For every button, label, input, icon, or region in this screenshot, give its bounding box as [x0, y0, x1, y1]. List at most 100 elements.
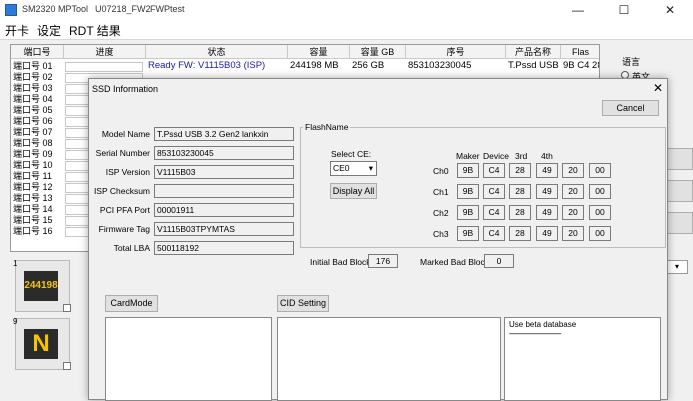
cancel-button[interactable]: Cancel: [602, 100, 659, 116]
select-ce-dropdown[interactable]: CE0 ▾: [330, 161, 377, 176]
channel-label: Ch1: [433, 187, 449, 197]
flash-id-cell: 9B: [457, 226, 479, 241]
port-tile-9[interactable]: 9 N: [13, 317, 71, 370]
side-button-3[interactable]: [667, 212, 693, 234]
field-value: 500118192: [154, 241, 294, 255]
app-icon: [5, 4, 17, 16]
field-value: V1115B03TPYMTAS: [154, 222, 294, 236]
marked-bad-block-label: Marked Bad Block: [420, 257, 489, 267]
flash-id-cell: 28: [509, 163, 531, 178]
port-label: 端口号 15: [13, 215, 53, 225]
col-header-port[interactable]: 端口号: [11, 45, 64, 59]
field-value: [154, 184, 294, 198]
close-icon[interactable]: ✕: [651, 81, 665, 95]
col-header-device: Device: [483, 151, 509, 161]
flash-id-cell: 00: [589, 205, 611, 220]
serial-cell: 853103230045: [408, 60, 472, 71]
tile-chip-icon: N: [24, 329, 58, 359]
flash-id-cell: 28: [509, 226, 531, 241]
capacity-cell: 244198 MB: [290, 60, 339, 71]
col-header-capacity-gb[interactable]: 容量 GB: [350, 45, 406, 59]
window-title-fw: U07218_FW2: [95, 4, 151, 14]
port-label: 端口号 05: [13, 105, 53, 115]
tile-number: 1: [13, 259, 18, 268]
cid-text-area[interactable]: [277, 317, 501, 401]
menu-rdt-results[interactable]: RDT 结果: [66, 22, 124, 39]
database-text-line: Use beta database: [509, 320, 577, 329]
dialog-title: SSD Information: [92, 84, 159, 94]
flash-name-group-title: FlashName: [303, 122, 351, 132]
flash-cell: 9B C4 28: [563, 60, 600, 71]
dropdown-arrow-icon: ▾: [368, 163, 373, 173]
col-header-flash[interactable]: Flas: [561, 45, 599, 59]
col-header-capacity[interactable]: 容量: [288, 45, 350, 59]
language-label: 语言: [622, 57, 641, 67]
port-label: 端口号 16: [13, 226, 53, 236]
col-header-product[interactable]: 产品名称: [506, 45, 561, 59]
flash-id-cell: 00: [589, 163, 611, 178]
close-icon[interactable]: ✕: [647, 0, 693, 20]
port-label: 端口号 10: [13, 160, 53, 170]
marked-bad-block-field: 0: [484, 254, 514, 268]
flash-id-cell: 9B: [457, 205, 479, 220]
maximize-icon[interactable]: ☐: [601, 0, 647, 20]
flash-id-cell: C4: [483, 184, 505, 199]
col-header-4th: 4th: [541, 151, 553, 161]
cid-setting-button[interactable]: CID Setting: [277, 295, 329, 312]
title-bar: SM2320 MPTool U07218_FW2 FWPtest — ☐ ✕: [0, 0, 693, 20]
tile-checkbox[interactable]: [63, 362, 71, 370]
side-button-1[interactable]: [667, 148, 693, 170]
field-label: ISP Version: [105, 167, 150, 177]
col-header-progress[interactable]: 进度: [64, 45, 146, 59]
progress-bar: [65, 62, 143, 72]
tile-checkbox[interactable]: [63, 304, 71, 312]
flash-id-cell: 49: [536, 184, 558, 199]
status-cell: Ready FW: V1115B03 (ISP): [148, 60, 266, 71]
menu-open-card[interactable]: 开卡: [2, 22, 32, 39]
field-value: V1115B03: [154, 165, 294, 179]
port-label: 端口号 07: [13, 127, 53, 137]
display-all-button[interactable]: Display All: [330, 183, 377, 199]
side-dropdown[interactable]: ▾: [666, 260, 688, 274]
select-ce-label: Select CE:: [331, 149, 372, 159]
channel-label: Ch3: [433, 229, 449, 239]
flash-id-cell: 28: [509, 205, 531, 220]
menu-settings[interactable]: 设定: [34, 22, 64, 39]
flash-id-cell: 20: [562, 205, 584, 220]
field-value: T.Pssd USB 3.2 Gen2 lankxin: [154, 127, 294, 141]
field-label: Serial Number: [95, 148, 150, 158]
cardmode-button[interactable]: CardMode: [105, 295, 158, 312]
port-label: 端口号 12: [13, 182, 53, 192]
port-tile-1[interactable]: 1 244198: [13, 259, 71, 312]
field-label: Firmware Tag: [98, 224, 150, 234]
flash-id-cell: 49: [536, 205, 558, 220]
port-label: 端口号 14: [13, 204, 53, 214]
window-title-test: FWPtest: [150, 4, 185, 14]
flash-id-cell: 49: [536, 226, 558, 241]
flash-id-cell: C4: [483, 163, 505, 178]
database-separator-line: -------------------------------: [509, 329, 562, 338]
col-header-serial[interactable]: 序号: [406, 45, 506, 59]
port-label: 端口号 06: [13, 116, 53, 126]
ssd-info-dialog: SSD Information ✕ Cancel Model Name T.Pss…: [88, 78, 668, 401]
flash-id-cell: 20: [562, 184, 584, 199]
minimize-icon[interactable]: —: [555, 0, 601, 20]
port-label: 端口号 02: [13, 72, 53, 82]
database-text-area[interactable]: Use beta database ----------------------…: [504, 317, 661, 401]
channel-label: Ch2: [433, 208, 449, 218]
port-label: 端口号 08: [13, 138, 53, 148]
select-ce-value: CE0: [333, 163, 350, 173]
side-button-2[interactable]: [667, 180, 693, 202]
channel-label: Ch0: [433, 166, 449, 176]
capacity-gb-cell: 256 GB: [352, 60, 385, 71]
field-value: 853103230045: [154, 146, 294, 160]
cardmode-text-area[interactable]: [105, 317, 272, 401]
initial-bad-block-label: Initial Bad Block: [310, 257, 371, 267]
col-header-status[interactable]: 状态: [146, 45, 288, 59]
field-value: 00001911: [154, 203, 294, 217]
field-label: Model Name: [101, 129, 150, 139]
port-label: 端口号 04: [13, 94, 53, 104]
product-cell: T.Pssd USB 3: [508, 60, 561, 71]
field-label: PCI PFA Port: [99, 205, 150, 215]
tile-chip-icon: 244198: [24, 271, 58, 301]
